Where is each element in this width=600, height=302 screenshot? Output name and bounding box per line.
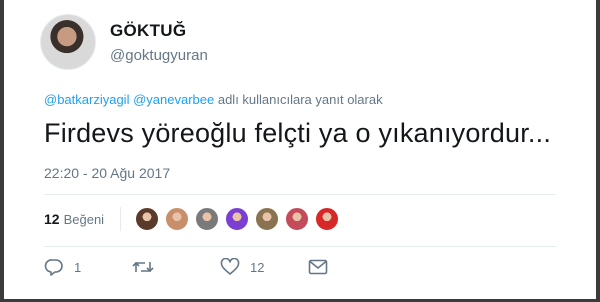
liker-avatar[interactable]	[285, 207, 310, 231]
divider	[44, 194, 556, 195]
divider	[44, 246, 556, 247]
reply-button[interactable]: 1	[44, 258, 132, 276]
like-button[interactable]: 12	[220, 258, 308, 276]
reply-context: @batkarziyagil @yanevarbee adlı kullanıc…	[44, 92, 383, 107]
tweet-timestamp[interactable]: 22:20 - 20 Ağu 2017	[44, 165, 170, 181]
reply-icon	[44, 259, 63, 276]
tweet-actions: 1 12	[44, 258, 328, 276]
display-name[interactable]: GÖKTUĞ	[110, 21, 208, 41]
heart-icon	[220, 258, 240, 275]
mention-link-1[interactable]: @batkarziyagil	[44, 92, 129, 107]
liker-avatar[interactable]	[315, 207, 340, 231]
reply-count: 1	[74, 259, 82, 275]
user-names: GÖKTUĞ @goktugyuran	[110, 21, 208, 64]
retweet-button[interactable]	[132, 258, 220, 276]
liker-avatar[interactable]	[195, 207, 220, 231]
mention-link-2[interactable]: @yanevarbee	[133, 92, 214, 107]
liker-avatar[interactable]	[225, 207, 250, 231]
user-avatar[interactable]	[40, 14, 96, 70]
liker-avatar[interactable]	[255, 207, 280, 231]
direct-message-button[interactable]	[308, 259, 328, 275]
tweet-card: GÖKTUĞ @goktugyuran @batkarziyagil @yane…	[0, 0, 600, 302]
reply-context-text: adlı kullanıcılara yanıt olarak	[217, 92, 383, 107]
tweet-text: Firdevs yöreoğlu felçti ya o yıkanıyordu…	[44, 118, 552, 148]
like-count: 12	[250, 259, 265, 275]
liker-avatar[interactable]	[165, 207, 190, 231]
liker-avatar[interactable]	[135, 207, 160, 231]
tweet-header: GÖKTUĞ @goktugyuran	[40, 14, 208, 70]
retweet-icon	[132, 261, 154, 273]
likes-separator	[120, 207, 122, 231]
liker-avatars	[135, 207, 345, 231]
likes-count[interactable]: 12	[44, 211, 60, 227]
message-icon	[308, 259, 328, 275]
likes-label[interactable]: Beğeni	[64, 212, 104, 227]
likes-summary: 12 Beğeni	[44, 207, 345, 231]
user-handle[interactable]: @goktugyuran	[110, 47, 208, 64]
